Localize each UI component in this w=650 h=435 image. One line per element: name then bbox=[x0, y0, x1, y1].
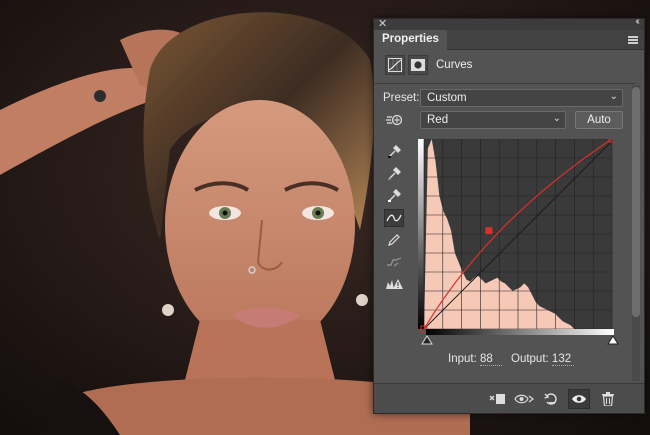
black-point-slider[interactable] bbox=[421, 335, 433, 345]
curves-adjustment-icon[interactable] bbox=[385, 55, 405, 75]
chevron-down-icon: ⌄ bbox=[552, 113, 561, 124]
preset-value: Custom bbox=[427, 92, 467, 104]
sample-black-point-icon[interactable] bbox=[384, 143, 404, 161]
output-label: Output: bbox=[511, 353, 549, 365]
delete-icon[interactable] bbox=[597, 389, 619, 409]
header-divider bbox=[374, 83, 636, 84]
preset-select[interactable]: Custom ⌄ bbox=[420, 89, 623, 107]
panel-tab-bar: Properties bbox=[374, 30, 644, 50]
curves-graph[interactable] bbox=[418, 139, 614, 339]
sample-white-point-icon[interactable] bbox=[384, 187, 404, 205]
layer-mask-icon[interactable] bbox=[408, 55, 428, 75]
curve-control-point-selected[interactable] bbox=[485, 227, 493, 235]
edit-points-icon[interactable] bbox=[384, 209, 404, 227]
collapse-icon[interactable]: ‹‹ bbox=[635, 16, 639, 27]
targeted-adjustment-icon[interactable] bbox=[384, 111, 404, 129]
sample-gray-point-icon[interactable] bbox=[384, 165, 404, 183]
channel-select[interactable]: Red ⌄ bbox=[420, 111, 566, 129]
panel-title-strip: ✕ ‹‹ bbox=[374, 16, 644, 30]
smooth-curve-icon[interactable] bbox=[384, 253, 404, 271]
scrollbar-thumb[interactable] bbox=[632, 87, 640, 317]
auto-button[interactable]: Auto bbox=[575, 111, 623, 129]
view-previous-state-icon[interactable] bbox=[513, 389, 535, 409]
clipping-warning-icon[interactable] bbox=[384, 275, 404, 293]
input-value[interactable]: 88 bbox=[479, 353, 502, 366]
input-gradient-bar bbox=[426, 329, 614, 335]
preset-label: Preset: bbox=[383, 92, 420, 104]
reset-icon[interactable] bbox=[540, 389, 562, 409]
properties-panel: ✕ ‹‹ Properties Curves Preset: Custom ⌄ bbox=[373, 16, 645, 414]
panel-menu-icon[interactable] bbox=[628, 36, 638, 44]
adjustment-title: Curves bbox=[436, 59, 473, 71]
tab-properties[interactable]: Properties bbox=[374, 30, 447, 50]
input-readout: Input: 88 bbox=[448, 353, 502, 366]
clip-to-layer-icon[interactable] bbox=[486, 389, 508, 409]
panel-footer-toolbar bbox=[374, 383, 644, 413]
white-point-slider[interactable] bbox=[607, 335, 619, 345]
visibility-icon[interactable] bbox=[568, 389, 590, 409]
chevron-down-icon: ⌄ bbox=[609, 91, 618, 102]
output-readout: Output: 132 bbox=[511, 353, 574, 366]
close-icon[interactable]: ✕ bbox=[378, 17, 387, 30]
adjustment-header: Curves bbox=[385, 54, 472, 76]
channel-value: Red bbox=[427, 114, 449, 126]
input-label: Input: bbox=[448, 353, 477, 365]
draw-pencil-icon[interactable] bbox=[384, 231, 404, 249]
output-value[interactable]: 132 bbox=[551, 353, 574, 366]
